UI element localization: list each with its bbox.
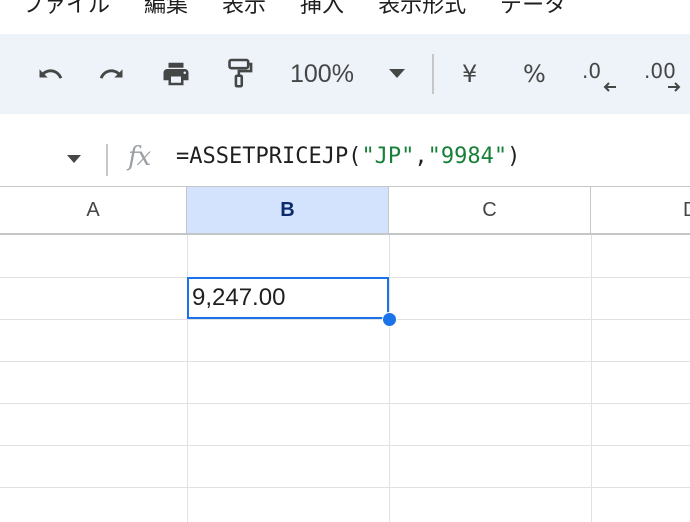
formula-bar-divider: [106, 144, 108, 176]
menu-format[interactable]: 表示形式: [378, 0, 466, 19]
decrease-decimal-button[interactable]: .0: [580, 54, 620, 94]
grid-line: [389, 235, 390, 522]
formula-input[interactable]: =ASSETPRICEJP("JP","9984"): [176, 144, 520, 169]
print-button[interactable]: [156, 54, 196, 94]
formula-arg-market: "JP": [361, 144, 415, 169]
column-header-d[interactable]: D: [591, 187, 690, 233]
grid-line: [0, 487, 690, 488]
formula-comma: ,: [414, 144, 428, 169]
toolbar: 100% ¥ % .0 .00: [0, 34, 690, 114]
increase-decimal-label: .00: [644, 59, 676, 83]
decrease-decimal-label: .0: [582, 59, 601, 83]
grid-line: [591, 235, 592, 522]
increase-decimal-icon: .00: [644, 59, 681, 92]
chevron-down-icon[interactable]: [388, 68, 406, 80]
paint-format-button[interactable]: [220, 54, 260, 94]
grid-line: [0, 445, 690, 446]
paint-format-icon: [228, 58, 253, 88]
selected-cell[interactable]: [187, 277, 389, 319]
formula-suffix: ): [507, 144, 521, 169]
toolbar-divider: [432, 54, 434, 94]
zoom-select[interactable]: 100%: [290, 54, 354, 94]
name-box-dropdown-icon[interactable]: [66, 154, 82, 164]
redo-button[interactable]: [92, 54, 132, 94]
column-header-label: D: [683, 199, 690, 222]
menu-file[interactable]: ファイル: [22, 0, 110, 19]
column-header-a[interactable]: A: [0, 187, 187, 233]
spreadsheet-window: ファイル 編集 表示 挿入 表示形式 データ 100% ¥ % .0 .00 f…: [0, 0, 690, 522]
column-header-c[interactable]: C: [389, 187, 591, 233]
column-header-border: [0, 233, 690, 235]
grid-line: [0, 319, 690, 320]
percent-format-button[interactable]: %: [523, 54, 546, 94]
fx-icon: fx: [128, 142, 151, 172]
menu-edit[interactable]: 編集: [144, 0, 188, 19]
redo-icon: [99, 69, 123, 79]
yen-icon: ¥: [462, 60, 478, 88]
column-header-b[interactable]: B: [187, 187, 389, 233]
currency-format-button[interactable]: ¥: [462, 54, 477, 94]
undo-button[interactable]: [30, 54, 70, 94]
formula-prefix: =ASSETPRICEJP(: [176, 144, 362, 169]
formula-arg-code: "9984": [427, 144, 508, 169]
formula-bar: fx =ASSETPRICEJP("JP","9984"): [0, 130, 690, 186]
decrease-decimal-icon: .0: [582, 59, 616, 92]
menu-bar: ファイル 編集 表示 挿入 表示形式 データ: [0, 0, 690, 18]
column-header-label: B: [280, 198, 295, 221]
menu-insert[interactable]: 挿入: [300, 0, 344, 19]
grid-line: [0, 361, 690, 362]
menu-view[interactable]: 表示: [222, 0, 266, 19]
increase-decimal-button[interactable]: .00: [644, 54, 690, 94]
print-icon: [163, 62, 189, 86]
column-header-label: C: [482, 198, 497, 221]
grid-line: [0, 403, 690, 404]
menu-data[interactable]: データ: [500, 0, 566, 19]
column-header-label: A: [86, 198, 100, 221]
zoom-value: 100%: [290, 59, 354, 88]
undo-icon: [39, 69, 63, 79]
fill-handle[interactable]: [382, 312, 397, 327]
percent-icon: %: [523, 60, 546, 88]
